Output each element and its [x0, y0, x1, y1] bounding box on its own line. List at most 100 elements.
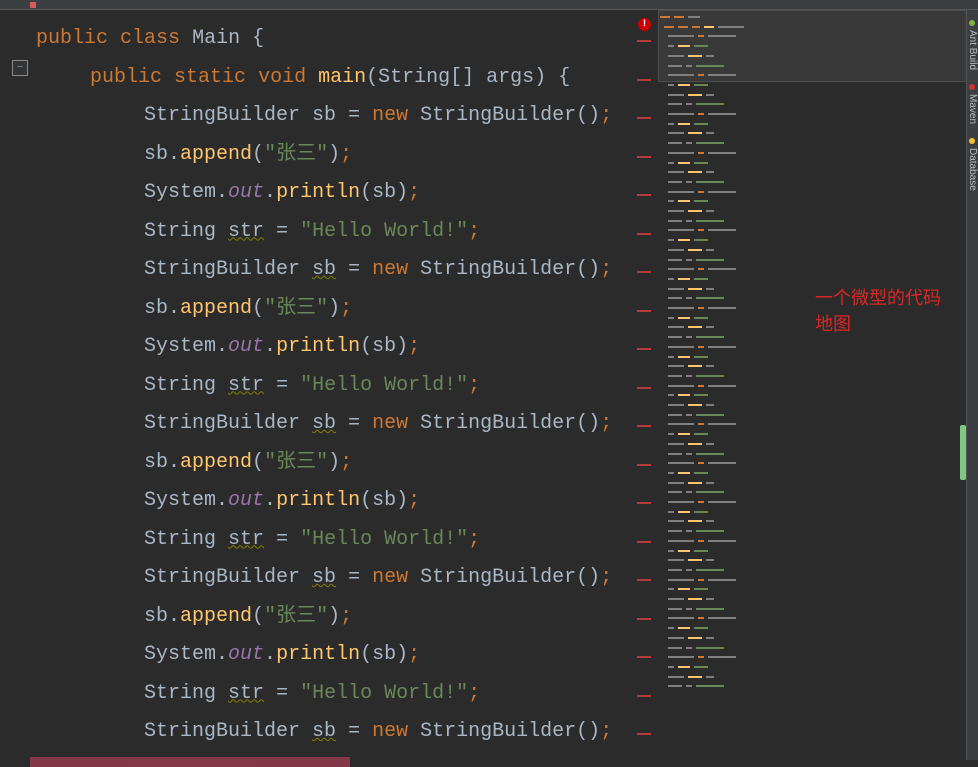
tool-tab-ant[interactable]: Ant Build	[967, 16, 978, 74]
minimap-line	[660, 685, 724, 687]
error-indicator-icon[interactable]: !	[638, 18, 651, 31]
minimap-line	[660, 16, 700, 18]
minimap-line	[660, 588, 708, 590]
error-mark[interactable]	[637, 233, 651, 235]
error-mark[interactable]	[637, 541, 651, 543]
error-mark[interactable]	[637, 194, 651, 196]
minimap-line	[660, 433, 708, 435]
minimap-line	[660, 45, 708, 47]
minimap-line	[660, 152, 736, 154]
error-stripe[interactable]: !	[636, 10, 652, 758]
minimap-line	[660, 278, 708, 280]
minimap-line	[660, 462, 736, 464]
minimap-line	[660, 268, 736, 270]
code-line: System.out.println(sb);	[22, 482, 640, 521]
code-line: System.out.println(sb);	[22, 328, 640, 367]
minimap-line	[660, 103, 724, 105]
minimap-line	[660, 501, 736, 503]
error-mark[interactable]	[637, 695, 651, 697]
error-mark[interactable]	[637, 40, 651, 42]
minimap-line	[660, 482, 714, 484]
minimap-line	[660, 656, 736, 658]
code-line: StringBuilder sb = new StringBuilder();	[22, 97, 640, 136]
code-line: System.out.println(sb);	[22, 174, 640, 213]
minimap-line	[660, 84, 708, 86]
minimap-line	[660, 132, 714, 134]
minimap-line	[660, 346, 736, 348]
minimap-line	[660, 210, 714, 212]
minimap-line	[660, 142, 724, 144]
code-line: StringBuilder sb = new StringBuilder();	[22, 713, 640, 752]
error-mark[interactable]	[637, 464, 651, 466]
code-line: System.out.println(sb);	[22, 636, 640, 675]
minimap-line	[660, 191, 736, 193]
minimap-line	[660, 336, 724, 338]
minimap-line	[660, 181, 724, 183]
minimap-line	[660, 559, 714, 561]
code-line: String str = "Hello World!";	[22, 213, 640, 252]
minimap-line	[660, 123, 708, 125]
code-line: sb.append("张三");	[22, 136, 640, 175]
minimap-line	[660, 579, 736, 581]
code-minimap[interactable]	[658, 10, 788, 710]
code-line: public static void main(String[] args) {	[22, 59, 640, 98]
error-mark[interactable]	[637, 656, 651, 658]
error-mark[interactable]	[637, 271, 651, 273]
minimap-line	[660, 200, 708, 202]
error-mark[interactable]	[637, 310, 651, 312]
minimap-line	[660, 453, 724, 455]
minimap-line	[660, 617, 736, 619]
error-mark[interactable]	[637, 79, 651, 81]
minimap-line	[660, 404, 714, 406]
code-line: sb.append("张三");	[22, 598, 640, 637]
minimap-line	[660, 637, 714, 639]
minimap-line	[660, 220, 724, 222]
minimap-line	[660, 74, 736, 76]
minimap-line	[660, 365, 714, 367]
minimap-line	[660, 288, 714, 290]
minimap-line	[660, 239, 708, 241]
minimap-line	[660, 608, 724, 610]
minimap-line	[660, 530, 724, 532]
error-mark[interactable]	[637, 387, 651, 389]
minimap-line	[660, 229, 736, 231]
error-mark[interactable]	[637, 618, 651, 620]
minimap-line	[660, 569, 724, 571]
code-line: StringBuilder sb = new StringBuilder();	[22, 405, 640, 444]
error-mark[interactable]	[637, 733, 651, 735]
minimap-line	[660, 317, 708, 319]
minimap-line	[660, 423, 736, 425]
error-mark[interactable]	[637, 502, 651, 504]
minimap-line	[660, 26, 744, 28]
minimap-line	[660, 162, 708, 164]
minimap-line	[660, 297, 724, 299]
code-line: sb.append("张三");	[22, 290, 640, 329]
tool-tab-database[interactable]: Database	[967, 134, 978, 195]
error-mark[interactable]	[637, 156, 651, 158]
minimap-line	[660, 259, 724, 261]
code-line: public class Main {	[22, 20, 640, 59]
editor-top-border	[0, 0, 978, 10]
minimap-line	[660, 550, 708, 552]
minimap-line	[660, 394, 708, 396]
code-line: StringBuilder sb = new StringBuilder();	[22, 251, 640, 290]
code-editor[interactable]: public class Main { public static void m…	[22, 20, 640, 760]
error-mark[interactable]	[637, 425, 651, 427]
minimap-line	[660, 511, 708, 513]
minimap-line	[660, 414, 724, 416]
code-line: String str = "Hello World!";	[22, 675, 640, 714]
scrollbar-thumb[interactable]	[960, 425, 966, 480]
error-mark[interactable]	[637, 117, 651, 119]
error-mark[interactable]	[637, 579, 651, 581]
minimap-line	[660, 676, 714, 678]
minimap-line	[660, 326, 714, 328]
selection-highlight	[30, 757, 350, 767]
minimap-line	[660, 356, 708, 358]
minimap-line	[660, 540, 736, 542]
minimap-line	[660, 171, 714, 173]
tool-tab-maven[interactable]: Maven	[967, 80, 978, 128]
minimap-line	[660, 35, 736, 37]
error-mark[interactable]	[637, 348, 651, 350]
minimap-line	[660, 375, 724, 377]
minimap-line	[660, 55, 714, 57]
